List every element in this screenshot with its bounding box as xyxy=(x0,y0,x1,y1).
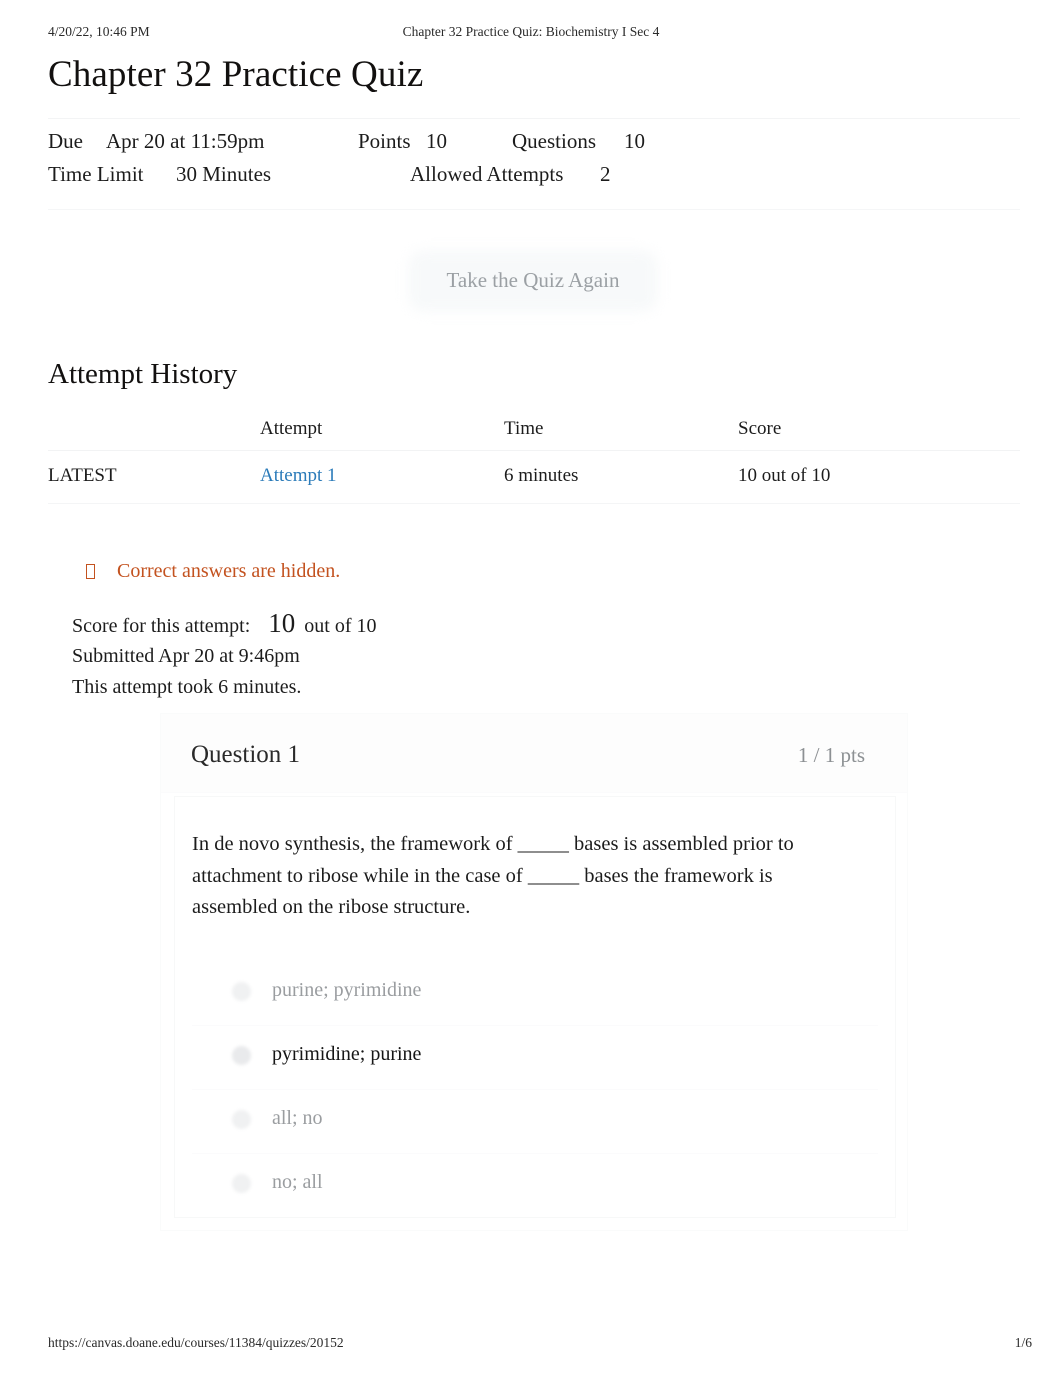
footer-url: https://canvas.doane.edu/courses/11384/q… xyxy=(48,1335,344,1350)
answer-option-1[interactable]: purine; pyrimidine xyxy=(192,962,878,1026)
submitted-timestamp: Submitted Apr 20 at 9:46pm xyxy=(72,645,300,667)
take-quiz-again-button[interactable]: Take the Quiz Again xyxy=(422,258,644,302)
quiz-details-row-1: Due Apr 20 at 11:59pm Points 10 Question… xyxy=(48,129,1020,162)
answer-option-label: purine; pyrimidine xyxy=(272,979,422,1001)
answer-option-label: no; all xyxy=(272,1171,323,1193)
score-value: 10 xyxy=(268,608,296,638)
radio-button-icon[interactable] xyxy=(232,1110,251,1129)
quiz-details-row-2: Time Limit 30 Minutes Allowed Attempts 2 xyxy=(48,162,1020,195)
attempt-score: 10 out of 10 xyxy=(738,465,831,486)
score-label: Score for this attempt: xyxy=(72,615,251,637)
answer-option-4[interactable]: no; all xyxy=(192,1154,878,1217)
question-text: In de novo synthesis, the framework of _… xyxy=(192,833,794,918)
quiz-details: Due Apr 20 at 11:59pm Points 10 Question… xyxy=(48,118,1020,210)
questions-value: 10 xyxy=(624,129,645,153)
table-header-row: Attempt Time Score xyxy=(48,412,1020,451)
column-header-attempt: Attempt xyxy=(260,418,323,439)
points-value: 10 xyxy=(426,129,447,153)
attempt-history-table: Attempt Time Score LATEST Attempt 1 6 mi… xyxy=(48,412,1020,504)
column-header-time: Time xyxy=(504,418,544,439)
attempt-score-summary: Score for this attempt: 10 out of 10 Sub… xyxy=(72,608,377,703)
allowed-attempts-label: Allowed Attempts xyxy=(410,162,564,186)
attempt-history-body: LATEST Attempt 1 6 minutes 10 out of 10 xyxy=(48,451,1020,504)
warning-box-icon xyxy=(86,564,95,579)
attempt-cell: Attempt 1 xyxy=(260,451,504,504)
print-document-title: Chapter 32 Practice Quiz: Biochemistry I… xyxy=(402,24,660,39)
attempt-duration: This attempt took 6 minutes. xyxy=(72,676,302,698)
question-points: 1 / 1 pts xyxy=(797,743,865,767)
column-header-kept xyxy=(48,412,260,451)
due-label: Due xyxy=(48,129,83,153)
answer-option-label: pyrimidine; purine xyxy=(272,1043,422,1065)
radio-button-icon[interactable] xyxy=(232,1174,251,1193)
score-out-of: out of 10 xyxy=(304,615,377,637)
answer-option-label: all; no xyxy=(272,1107,323,1129)
column-header-score: Score xyxy=(738,418,782,439)
print-footer: https://canvas.doane.edu/courses/11384/q… xyxy=(0,1335,1062,1353)
answer-option-3[interactable]: all; no xyxy=(192,1090,878,1154)
attempt-history-header: Attempt Time Score xyxy=(48,412,1020,451)
time-limit-value: 30 Minutes xyxy=(176,162,272,186)
question-header: Question 1 1 / 1 pts xyxy=(161,714,907,793)
time-limit-label: Time Limit xyxy=(48,162,144,186)
due-value: Apr 20 at 11:59pm xyxy=(106,129,265,153)
answer-options-list: purine; pyrimidine pyrimidine; purine al… xyxy=(192,962,878,1217)
attempt-kept-badge: LATEST xyxy=(48,465,117,486)
allowed-attempts-value: 2 xyxy=(600,162,611,186)
page-title: Chapter 32 Practice Quiz xyxy=(48,54,424,95)
questions-label: Questions xyxy=(512,129,596,153)
attempt-history-heading: Attempt History xyxy=(48,358,238,390)
radio-button-icon[interactable] xyxy=(232,1046,251,1065)
footer-page-number: 1/6 xyxy=(1014,1335,1032,1350)
table-row: LATEST Attempt 1 6 minutes 10 out of 10 xyxy=(48,451,1020,504)
print-header: 4/20/22, 10:46 PM Chapter 32 Practice Qu… xyxy=(0,24,1062,42)
answer-option-2[interactable]: pyrimidine; purine xyxy=(192,1026,878,1090)
question-title: Question 1 xyxy=(191,741,301,768)
question-card: Question 1 1 / 1 pts In de novo synthesi… xyxy=(160,713,908,1231)
points-label: Points xyxy=(358,129,411,153)
retake-quiz-container: Take the Quiz Again xyxy=(408,250,658,312)
question-body: In de novo synthesis, the framework of _… xyxy=(174,796,896,1218)
correct-answers-hidden-notice: Correct answers are hidden. xyxy=(86,560,340,583)
radio-button-icon[interactable] xyxy=(232,982,251,1001)
attempt-time: 6 minutes xyxy=(504,465,579,486)
correct-answers-hidden-text: Correct answers are hidden. xyxy=(117,560,341,582)
score-for-attempt-line: Score for this attempt: 10 out of 10 xyxy=(72,608,377,641)
attempt-1-link[interactable]: Attempt 1 xyxy=(260,465,337,486)
